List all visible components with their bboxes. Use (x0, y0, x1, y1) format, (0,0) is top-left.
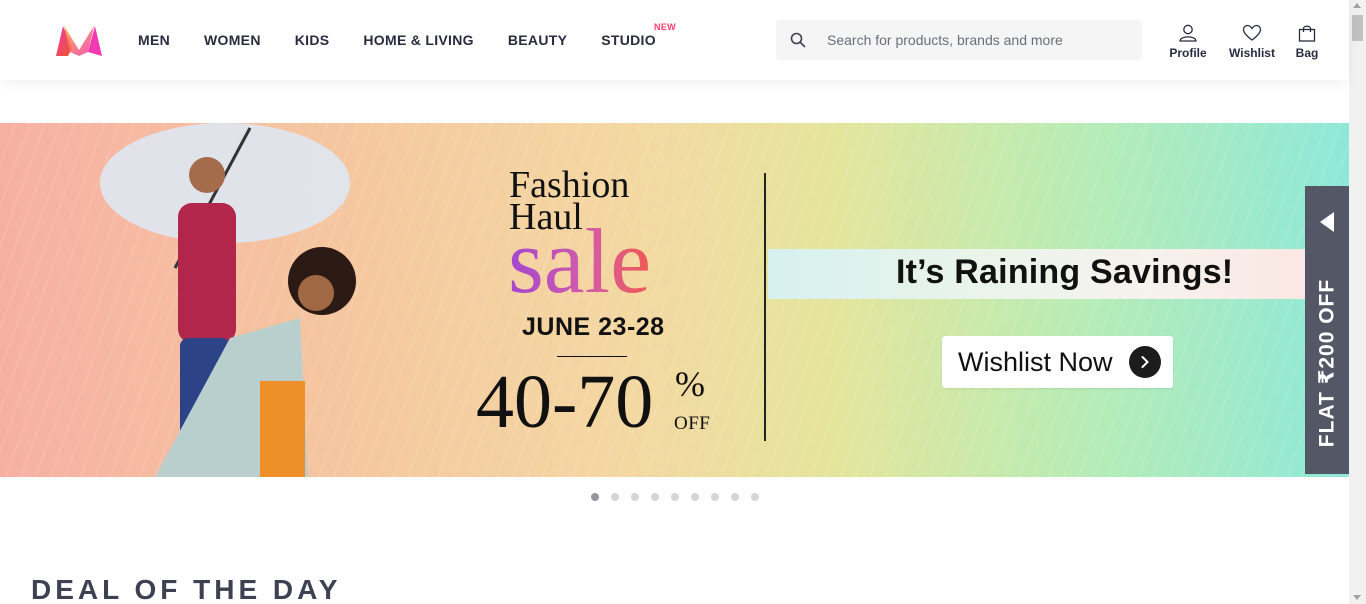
flat-offer-tab[interactable]: FLAT ₹200 OFF (1305, 186, 1349, 474)
banner-divider (764, 173, 766, 441)
dates-divider (557, 356, 627, 357)
carousel-dot-4[interactable] (651, 493, 659, 501)
profile-icon (1179, 24, 1197, 42)
banner-sale-word: sale (508, 210, 652, 312)
nav-beauty[interactable]: BEAUTY (508, 32, 567, 48)
nav-studio[interactable]: STUDIO NEW (601, 22, 675, 48)
top-header: MEN WOMEN KIDS HOME & LIVING BEAUTY STUD… (0, 0, 1349, 80)
wishlist-button[interactable]: Wishlist (1226, 24, 1278, 60)
search-icon[interactable] (776, 32, 820, 48)
main-nav: MEN WOMEN KIDS HOME & LIVING BEAUTY STUD… (138, 0, 690, 80)
banner-discount: 40-70 (476, 360, 654, 444)
nav-men[interactable]: MEN (138, 32, 170, 48)
carousel-dot-1[interactable] (591, 493, 599, 501)
wishlist-now-button[interactable]: Wishlist Now (942, 336, 1173, 388)
scroll-up-arrow-icon[interactable] (1353, 3, 1361, 8)
carousel-dots (591, 493, 771, 501)
carousel-dot-6[interactable] (691, 493, 699, 501)
carousel-dot-5[interactable] (671, 493, 679, 501)
chevron-right-icon (1129, 346, 1161, 378)
bag-label: Bag (1295, 46, 1319, 60)
carousel-dot-2[interactable] (611, 493, 619, 501)
banner-off: OFF (674, 413, 711, 434)
carousel-dot-8[interactable] (731, 493, 739, 501)
hero-banner[interactable]: Fashion Haul sale JUNE 23-28 40-70 % OFF… (0, 123, 1349, 477)
caret-left-icon (1320, 212, 1334, 232)
heart-icon (1242, 24, 1262, 41)
nav-women[interactable]: WOMEN (204, 32, 261, 48)
carousel-dot-7[interactable] (711, 493, 719, 501)
carousel-dot-9[interactable] (751, 493, 759, 501)
wishlist-label: Wishlist (1229, 46, 1275, 60)
nav-home-living[interactable]: HOME & LIVING (363, 32, 473, 48)
profile-label: Profile (1169, 46, 1207, 60)
banner-percent: % (675, 364, 705, 404)
wishlist-now-label: Wishlist Now (958, 346, 1113, 377)
bag-button[interactable]: Bag (1292, 24, 1322, 60)
new-badge: NEW (654, 22, 676, 32)
deal-of-the-day-heading: DEAL OF THE DAY (31, 574, 342, 604)
nav-kids[interactable]: KIDS (295, 32, 330, 48)
scroll-down-arrow-icon[interactable] (1353, 595, 1361, 600)
bag-icon (1298, 25, 1316, 42)
banner-dates: JUNE 23-28 (522, 313, 665, 341)
flat-offer-label: FLAT ₹200 OFF (1315, 278, 1339, 448)
scroll-thumb[interactable] (1352, 15, 1363, 41)
banner-tagline: It’s Raining Savings! (896, 253, 1234, 291)
search-input[interactable] (827, 32, 1127, 48)
header-actions: Profile Wishlist Bag (1166, 24, 1322, 60)
banner-models-image (100, 123, 356, 477)
myntra-logo[interactable] (54, 22, 104, 58)
page-scrollbar[interactable] (1349, 0, 1366, 604)
search-bar[interactable] (776, 20, 1142, 60)
carousel-dot-3[interactable] (631, 493, 639, 501)
nav-studio-label: STUDIO (601, 32, 656, 48)
profile-button[interactable]: Profile (1166, 24, 1210, 60)
